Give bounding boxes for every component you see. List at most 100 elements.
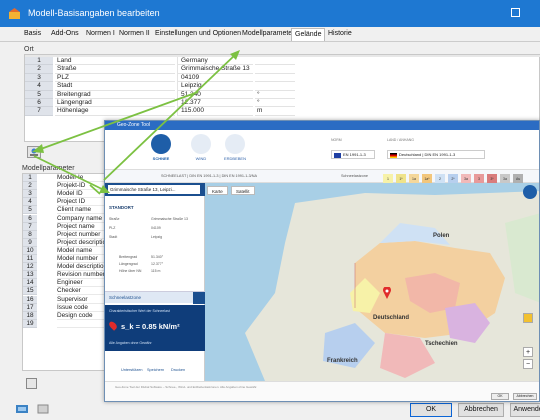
germany-flag-icon (390, 152, 397, 158)
print-link[interactable]: Drucken (171, 368, 185, 372)
zone-legend-label: Schneelastzone (341, 174, 369, 178)
zone-map[interactable]: Karte Satellit Polen Deutschland Frankre… (205, 183, 539, 381)
row-value[interactable]: Leipzig (177, 82, 253, 91)
eu-flag-icon (334, 152, 341, 158)
table-row[interactable]: 5 Breitengrad 51.340 ° (25, 90, 540, 99)
address-search-input[interactable]: Grimmaische Straße 13, Leipzi... (108, 185, 200, 194)
tab-normen-2[interactable]: Normen II (119, 30, 150, 37)
row-number: 10 (23, 246, 37, 255)
row-label: Straße (55, 65, 175, 74)
grid-tool-icon[interactable] (26, 378, 37, 389)
row-number: 3 (25, 73, 53, 83)
browser-cancel-button[interactable]: Abbrechen (513, 393, 537, 400)
row-value[interactable]: 115.000 (177, 107, 253, 116)
window-title: Modell-Basisangaben bearbeiten (28, 8, 160, 18)
location-pin-icon (107, 320, 119, 331)
breadcrumb: SCHNEELAST | DIN EN 1991-1-3 | DIN EN 19… (161, 174, 258, 178)
map-label-france: Frankreich (327, 358, 358, 364)
earthquake-icon (225, 134, 245, 154)
row-number: 15 (23, 287, 37, 296)
row-unit: ° (255, 91, 295, 99)
table-row[interactable]: 1 Land Germany (25, 57, 540, 66)
browser-ok-button[interactable]: OK (491, 393, 509, 400)
zoom-in-button[interactable]: + (523, 347, 533, 357)
ok-button[interactable]: OK (410, 403, 452, 417)
layers-icon[interactable] (523, 185, 537, 199)
row-value[interactable]: Germany (177, 57, 253, 66)
table-row[interactable]: 6 Längengrad 12.377 ° (25, 99, 540, 108)
open-map-button[interactable] (27, 146, 41, 158)
snow-zone-bar[interactable]: Schneelastzone (105, 291, 205, 304)
zoom-out-button[interactable]: − (523, 359, 533, 369)
location-row: Stadt Leipzig (109, 235, 201, 241)
chevron-right-icon (193, 292, 205, 304)
map-canvas (205, 183, 539, 381)
row-number: 6 (23, 214, 37, 223)
support-link[interactable]: Unterstützen (121, 368, 143, 372)
norm-dropdown[interactable]: EN 1991-1-3 (331, 150, 375, 159)
snowflake-icon (151, 134, 171, 154)
table-row[interactable]: 2 Straße Grimmaische Straße 13 (25, 65, 540, 74)
location-row: PLZ 04109 (109, 226, 201, 232)
units-icon[interactable] (16, 404, 28, 414)
title-bar: Modell-Basisangaben bearbeiten (0, 0, 540, 27)
model-params-group-label: Modellparameter (22, 165, 75, 172)
tab-add-ons[interactable]: Add-Ons (51, 30, 79, 37)
row-value[interactable]: 51.340 (177, 90, 253, 99)
row-number: 16 (23, 295, 37, 304)
tab-modellparameter[interactable]: Modellparameter (242, 30, 295, 37)
row-key: Straße (109, 217, 120, 221)
table-row[interactable]: 7 Höhenlage 115.000 m (25, 107, 540, 116)
row-unit: ° (255, 99, 295, 108)
row-label: Breitengrad (55, 91, 175, 99)
tab-einstellungen[interactable]: Einstellungen und Optionen (155, 30, 241, 37)
wind-icon (191, 134, 211, 154)
table-row[interactable]: 3 PLZ 04109 (25, 73, 540, 83)
location-group-label: Ort (24, 46, 34, 53)
table-row[interactable]: 4 Stadt Leipzig (25, 82, 540, 91)
map-view-tab[interactable]: Karte (207, 186, 228, 195)
map-marker-icon[interactable] (383, 287, 391, 299)
earthquake-load-button[interactable]: ERDBEBEN (219, 134, 251, 164)
tab-normen-1[interactable]: Normen I (86, 30, 115, 37)
satellite-view-tab[interactable]: Satellit (231, 186, 255, 195)
row-label: Höhenlage (55, 107, 175, 116)
row-value: 04109 (151, 226, 161, 230)
app-icon (9, 8, 20, 19)
browser-title-bar: Geo-Zone Tool (105, 121, 539, 130)
row-number: 18 (23, 311, 37, 320)
maximize-button[interactable] (511, 8, 520, 17)
cancel-button[interactable]: Abbrechen (458, 403, 504, 417)
row-number: 9 (23, 238, 37, 247)
tab-strip: Basis Add-Ons Normen I Normen II Einstel… (0, 27, 540, 42)
coordinate-row: Breitengrad 51.340° (109, 255, 201, 261)
row-value[interactable]: 12.377 (177, 99, 253, 108)
row-unit (255, 82, 295, 91)
save-link[interactable]: Speichern (147, 368, 164, 372)
row-value[interactable]: Grimmaische Straße 13 (177, 65, 253, 74)
info-icon[interactable] (37, 404, 49, 414)
row-number: 7 (23, 222, 37, 231)
apply-button[interactable]: Anwenden (510, 403, 540, 417)
map-label-germany: Deutschland (373, 315, 410, 321)
wind-load-button[interactable]: WIND (185, 134, 217, 164)
disclaimer-note: Alle Angaben ohne Gewähr (109, 341, 152, 345)
country-dropdown[interactable]: Deutschland | DIN EN 1991-1-3 (387, 150, 485, 159)
row-label: Land (55, 57, 175, 66)
snow-load-button[interactable]: SCHNEE (145, 134, 177, 164)
tab-gelaende[interactable]: Gelände (291, 28, 326, 41)
snow-load-value: s_k = 0.85 kN/m² (121, 322, 180, 331)
tab-basis[interactable]: Basis (24, 30, 41, 37)
tab-historie[interactable]: Historie (328, 30, 352, 37)
row-number: 5 (23, 206, 37, 215)
row-number: 12 (23, 263, 37, 272)
row-value: Grimmaische Straße 13 (151, 217, 188, 221)
row-value: Leipzig (151, 235, 163, 239)
street-view-icon[interactable] (523, 313, 533, 323)
row-number: 4 (23, 198, 37, 207)
coordinate-row: Längengrad 12.377° (109, 262, 201, 268)
row-value[interactable]: 04109 (177, 73, 253, 83)
row-label: Längengrad (55, 99, 175, 108)
row-value: 115 m (151, 269, 161, 273)
result-header: Charakteristischer Wert der Schneelast (109, 309, 170, 313)
